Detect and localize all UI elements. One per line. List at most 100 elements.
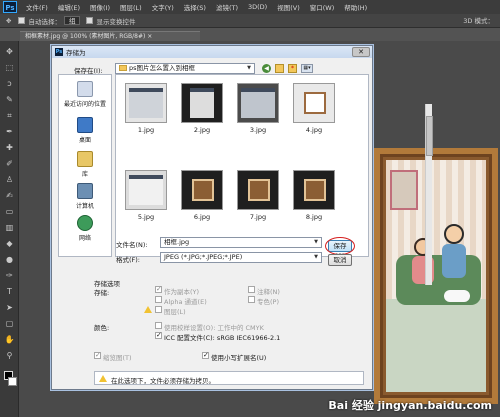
dialog-titlebar[interactable]: Ps 存储为 ✕ [52,46,372,58]
marquee-tool-icon[interactable]: ⬚ [4,63,15,72]
move-tool-icon[interactable]: ✥ [6,17,11,25]
file-thumbnail [293,170,335,210]
file-thumbnail [181,170,223,210]
chevron-down-icon: ▼ [314,239,318,245]
network-icon [77,215,93,231]
warning-icon [99,375,107,382]
options-bar: ✥ 自动选择： 组 显示变换控件 3D 模式： [0,14,500,28]
eraser-tool-icon[interactable]: ▭ [4,207,15,216]
thumbnail-checkbox[interactable] [94,351,101,359]
dodge-tool-icon[interactable]: ● [4,255,15,264]
computer-icon [77,183,93,199]
path-select-tool-icon[interactable]: ➤ [4,303,15,312]
save-in-value: ps图片怎么置入到相框 [129,64,196,72]
background-color-swatch[interactable] [8,377,17,386]
icc-label: ICC 配置文件(C): sRGB IEC61966-2.1 [164,334,281,342]
menu-filter[interactable]: 滤镜(T) [211,2,243,12]
filename-input[interactable]: 相框.jpg ▼ [160,237,322,248]
file-item[interactable]: 3.jpg [234,83,282,134]
up-folder-icon[interactable] [275,64,284,73]
highlight-circle [325,237,355,255]
place-network[interactable]: 网络 [59,215,111,242]
alpha-checkbox[interactable] [155,296,162,303]
blur-tool-icon[interactable]: ◆ [4,239,15,248]
menu-help[interactable]: 帮助(H) [339,2,372,12]
menu-window[interactable]: 窗口(W) [305,2,340,12]
file-item[interactable]: 8.jpg [290,170,338,221]
warning-bar: 在此选项下，文件必须存储为拷贝。 [94,371,364,385]
watermark: Bai 经验 jingyan.baidu.com [328,399,492,412]
crop-tool-icon[interactable]: ⌗ [4,111,15,120]
file-item[interactable]: 4.jpg [290,83,338,134]
layers-checkbox[interactable] [155,306,162,313]
auto-select-dropdown[interactable]: 组 [63,16,81,25]
auto-select-checkbox[interactable] [18,17,26,24]
menu-layer[interactable]: 图层(L) [115,2,147,12]
warning-text: 在此选项下，文件必须存储为拷贝。 [111,377,215,385]
file-list: 1.jpg 2.jpg 3.jpg 4.jpg 5.jpg 6.jpg 7.jp… [115,74,433,285]
file-list-scrollbar[interactable] [425,104,433,285]
zoom-tool-icon[interactable]: ⚲ [4,351,15,360]
format-dropdown[interactable]: JPEG (*.JPG;*.JPEG;*.JPE) ▼ [160,252,322,263]
cancel-button[interactable]: 取消 [328,254,352,266]
scrollbar-thumb[interactable] [426,116,433,156]
file-thumbnail [125,83,167,123]
file-thumbnail [125,170,167,210]
eyedropper-tool-icon[interactable]: ✒ [4,127,15,136]
notes-checkbox[interactable] [248,286,255,293]
new-folder-icon[interactable]: * [288,64,297,73]
as-copy-checkbox[interactable] [155,285,162,293]
close-button[interactable]: ✕ [352,47,370,57]
lowercase-label: 使用小写扩展名(U) [211,354,267,362]
place-desktop[interactable]: 桌面 [59,117,111,144]
proof-checkbox[interactable] [155,322,162,329]
quick-select-tool-icon[interactable]: ✎ [4,95,15,104]
move-tool-icon[interactable]: ✥ [4,47,15,56]
stamp-tool-icon[interactable]: ♙ [4,175,15,184]
menu-edit[interactable]: 编辑(E) [53,2,85,12]
format-label: 格式(F): [116,256,141,264]
place-recent[interactable]: 最近访问的位置 [59,81,111,108]
menu-type[interactable]: 文字(Y) [147,2,179,12]
store-label: 存储: [94,289,110,297]
file-item[interactable]: 6.jpg [178,170,226,221]
file-item[interactable]: 1.jpg [122,83,170,134]
menu-image[interactable]: 图像(I) [85,2,115,12]
spot-label: 专色(P) [257,298,279,306]
spot-checkbox[interactable] [248,296,255,303]
shape-tool-icon[interactable]: ▢ [4,319,15,328]
type-tool-icon[interactable]: T [4,287,15,296]
file-item[interactable]: 7.jpg [234,170,282,221]
place-computer[interactable]: 计算机 [59,183,111,210]
menu-select[interactable]: 选择(S) [179,2,211,12]
file-item[interactable]: 5.jpg [122,170,170,221]
save-in-dropdown[interactable]: ps图片怎么置入到相框 ▼ [115,63,255,74]
gradient-tool-icon[interactable]: ▥ [4,223,15,232]
libraries-icon [77,151,93,167]
file-thumbnail [293,83,335,123]
healing-tool-icon[interactable]: ✚ [4,143,15,152]
pen-tool-icon[interactable]: ✑ [4,271,15,280]
file-thumbnail [237,170,279,210]
chevron-down-icon: ▼ [247,65,251,71]
file-item[interactable]: 2.jpg [178,83,226,134]
show-transform-label: 显示变换控件 [96,17,136,26]
back-icon[interactable]: ◀ [262,64,271,73]
layers-label: 图层(L) [164,308,186,316]
hand-tool-icon[interactable]: ✋ [4,335,15,344]
brush-tool-icon[interactable]: ✐ [4,159,15,168]
history-brush-tool-icon[interactable]: ✍ [4,191,15,200]
menu-file[interactable]: 文件(F) [21,2,53,12]
place-libraries[interactable]: 库 [59,151,111,178]
view-menu-icon[interactable]: ▦▾ [301,64,313,73]
lowercase-checkbox[interactable] [202,351,209,359]
proof-label: 使用校样设置(O): 工作中的 CMYK [164,324,264,332]
as-copy-label: 作为副本(Y) [164,288,200,296]
lasso-tool-icon[interactable]: ↄ [4,79,15,88]
icc-checkbox[interactable] [155,331,162,339]
menu-view[interactable]: 视图(V) [272,2,305,12]
desktop-icon [77,117,93,133]
menu-3d[interactable]: 3D(D) [243,3,272,11]
document-tab[interactable]: 相框素材.jpg @ 100% (素材图片, RGB/8#) × [20,31,200,41]
show-transform-checkbox[interactable] [86,17,94,24]
